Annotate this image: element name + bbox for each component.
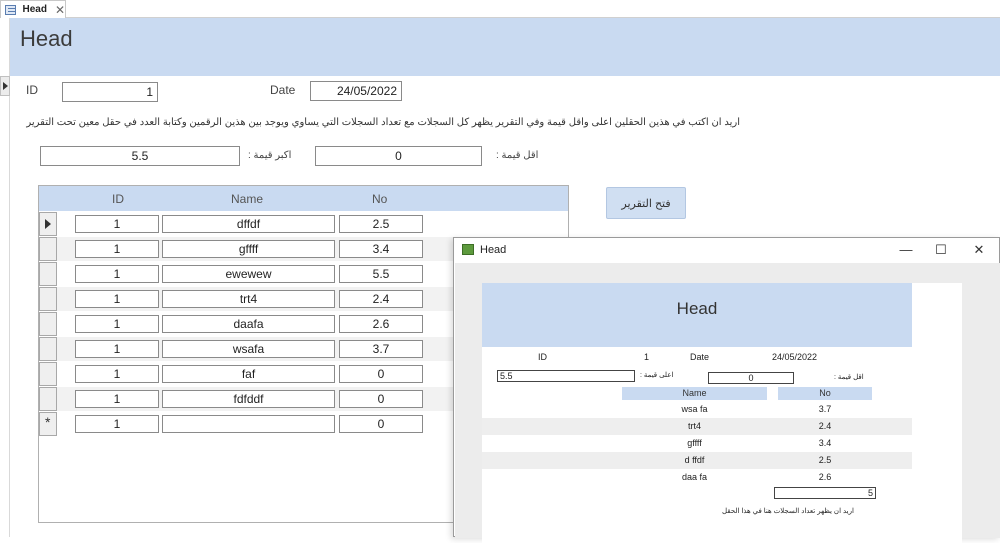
record-count-box: 5 xyxy=(774,487,876,499)
cell-name[interactable] xyxy=(162,415,335,433)
cell-name[interactable]: dffdf xyxy=(162,215,335,233)
cell-no[interactable]: 0 xyxy=(339,415,423,433)
open-report-button[interactable]: فتح التقرير xyxy=(606,187,686,219)
report-cell-name: daa fa xyxy=(681,472,708,482)
report-window: Head — ☐ ✕ Head ID 1 Date 24/05/2022 5.5… xyxy=(453,237,1000,543)
report-min-label: اقل قيمة : xyxy=(834,374,864,381)
row-selector[interactable] xyxy=(39,387,57,411)
report-date-label: Date xyxy=(690,352,710,362)
report-preview-area: Head ID 1 Date 24/05/2022 5.5 اعلى قيمة … xyxy=(455,263,1000,543)
report-cell-no: 2.4 xyxy=(818,421,832,431)
instruction-text: اريد ان اكتب في هذين الحقلين اعلى واقل ق… xyxy=(26,117,740,128)
row-selector[interactable] xyxy=(39,312,57,336)
report-id-value: 1 xyxy=(644,352,650,362)
cell-id[interactable]: 1 xyxy=(75,290,159,308)
report-max-value-box: 5.5 xyxy=(497,370,635,382)
cell-no[interactable]: 0 xyxy=(339,365,423,383)
row-selector[interactable] xyxy=(39,262,57,286)
report-cell-no: 3.7 xyxy=(818,404,832,414)
row-selector[interactable] xyxy=(39,362,57,386)
date-field[interactable]: 24/05/2022 xyxy=(310,81,402,101)
cell-id[interactable]: 1 xyxy=(75,365,159,383)
cell-no[interactable]: 2.4 xyxy=(339,290,423,308)
report-cell-name: trt4 xyxy=(687,421,701,431)
document-tab-label: Head xyxy=(22,4,47,15)
max-value-field[interactable]: 5.5 xyxy=(40,146,240,166)
report-row: d ffdf 2.5 xyxy=(482,452,912,469)
report-header: Head xyxy=(482,283,912,347)
column-header-id: ID xyxy=(112,192,124,206)
row-selector[interactable] xyxy=(39,237,57,261)
column-header-name: Name xyxy=(231,192,264,206)
cell-no[interactable]: 2.5 xyxy=(339,215,423,233)
report-id-label: ID xyxy=(538,352,547,362)
cell-name[interactable]: wsafa xyxy=(162,340,335,358)
maximize-icon[interactable]: ☐ xyxy=(926,240,956,260)
document-tab-strip: Head ✕ xyxy=(0,0,1000,18)
cell-id[interactable]: 1 xyxy=(75,265,159,283)
report-window-titlebar[interactable]: Head — ☐ ✕ xyxy=(454,238,999,262)
id-field[interactable]: 1 xyxy=(62,82,158,102)
cell-id[interactable]: 1 xyxy=(75,215,159,233)
report-icon xyxy=(462,244,474,255)
cell-id[interactable]: 1 xyxy=(75,240,159,258)
form-title: Head xyxy=(20,26,73,51)
report-page: Head ID 1 Date 24/05/2022 5.5 اعلى قيمة … xyxy=(482,283,962,543)
cell-id[interactable]: 1 xyxy=(75,415,159,433)
report-row: wsa fa 3.7 xyxy=(482,401,912,418)
report-row: trt4 2.4 xyxy=(482,418,912,435)
cell-name[interactable]: fdfddf xyxy=(162,390,335,408)
cell-id[interactable]: 1 xyxy=(75,315,159,333)
table-row: 1 dffdf 2.5 xyxy=(39,212,568,236)
cell-name[interactable]: daafa xyxy=(162,315,335,333)
report-window-title: Head xyxy=(480,244,507,256)
report-column-name: Name xyxy=(622,387,767,400)
cell-no[interactable]: 0 xyxy=(339,390,423,408)
record-count-caption: اريد ان يظهر تعداد السجلات هنا في هذا ال… xyxy=(722,508,854,515)
report-row: gffff 3.4 xyxy=(482,435,912,452)
date-label: Date xyxy=(270,83,296,97)
cell-name[interactable]: ewewew xyxy=(162,265,335,283)
row-selector[interactable] xyxy=(39,287,57,311)
minimize-icon[interactable]: — xyxy=(891,240,921,260)
report-cell-no: 3.4 xyxy=(818,438,832,448)
report-column-no: No xyxy=(778,387,872,400)
report-max-label: اعلى قيمة : xyxy=(640,372,674,379)
row-selector-current[interactable] xyxy=(39,212,57,236)
cell-name[interactable]: faf xyxy=(162,365,335,383)
cell-name[interactable]: trt4 xyxy=(162,290,335,308)
close-icon[interactable]: ✕ xyxy=(55,3,65,17)
report-cell-name: wsa fa xyxy=(681,404,708,414)
report-date-value: 24/05/2022 xyxy=(772,352,818,362)
cell-id[interactable]: 1 xyxy=(75,340,159,358)
max-value-label: اكبر قيمة : xyxy=(248,150,292,161)
cell-no[interactable]: 2.6 xyxy=(339,315,423,333)
column-header-no: No xyxy=(372,192,388,206)
subform-header: ID Name No xyxy=(39,186,568,211)
min-value-field[interactable]: 0 xyxy=(315,146,482,166)
document-tab-head[interactable]: Head ✕ xyxy=(0,0,66,18)
report-cell-name: gffff xyxy=(687,438,702,448)
record-selector[interactable] xyxy=(0,76,10,96)
report-title: Head xyxy=(676,299,718,318)
report-cell-no: 2.5 xyxy=(818,455,832,465)
cell-name[interactable]: gffff xyxy=(162,240,335,258)
row-selector-new[interactable] xyxy=(39,412,57,436)
cell-no[interactable]: 3.7 xyxy=(339,340,423,358)
form-header: Head xyxy=(10,18,1000,76)
id-label: ID xyxy=(26,83,38,97)
report-min-value-box: 0 xyxy=(708,372,794,384)
cell-no[interactable]: 3.4 xyxy=(339,240,423,258)
close-icon[interactable]: ✕ xyxy=(964,240,994,260)
row-selector[interactable] xyxy=(39,337,57,361)
min-value-label: اقل قيمة : xyxy=(496,150,539,161)
report-cell-no: 2.6 xyxy=(818,472,832,482)
report-row: daa fa 2.6 xyxy=(482,469,912,486)
report-cell-name: d ffdf xyxy=(684,455,705,465)
cell-id[interactable]: 1 xyxy=(75,390,159,408)
cell-no[interactable]: 5.5 xyxy=(339,265,423,283)
form-icon xyxy=(5,4,17,15)
